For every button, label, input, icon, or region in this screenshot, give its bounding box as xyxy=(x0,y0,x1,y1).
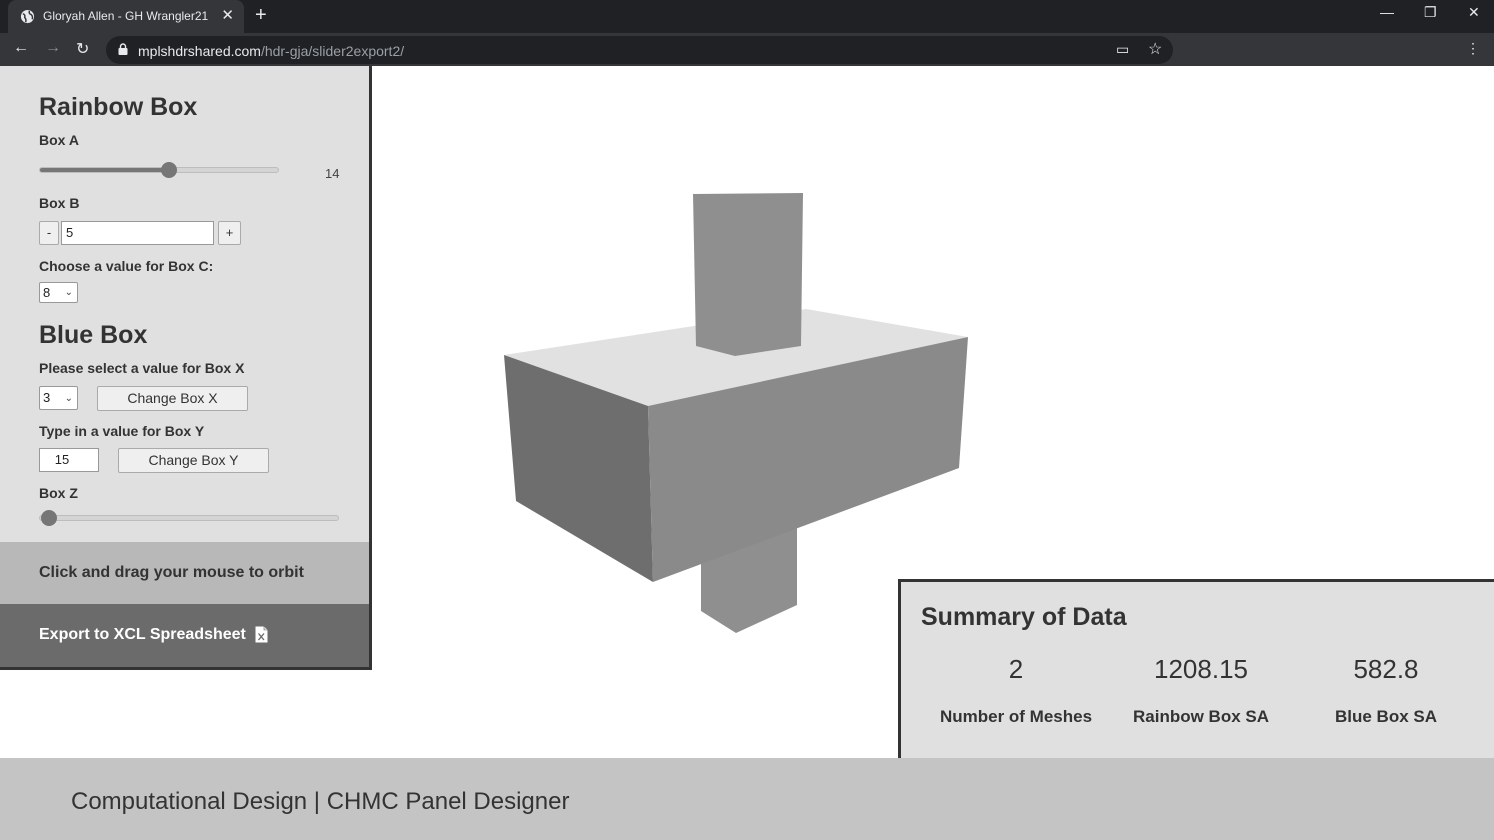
blue-box-heading: Blue Box xyxy=(39,321,148,349)
box-a-slider-thumb[interactable] xyxy=(160,162,177,178)
blue-box-sa-label: Blue Box SA xyxy=(1334,707,1438,726)
excel-file-icon xyxy=(255,626,268,643)
box-x-select[interactable]: 3 ⌄ xyxy=(39,386,78,410)
box-a-label: Box A xyxy=(39,132,79,148)
box-z-slider[interactable] xyxy=(39,510,339,526)
footer-title: Computational Design | CHMC Panel Design… xyxy=(71,788,570,815)
forward-button[interactable]: → xyxy=(45,39,61,57)
export-button[interactable]: Export to XCL Spreadsheet xyxy=(0,604,369,667)
box-b-decrement-button[interactable]: - xyxy=(39,221,59,245)
box-a-slider-fill xyxy=(40,168,169,172)
chevron-down-icon: ⌄ xyxy=(64,287,73,298)
address-bar[interactable]: mplshdrshared.com/hdr-gja/slider2export2… xyxy=(106,36,1173,64)
change-box-y-button[interactable]: Change Box Y xyxy=(118,448,269,473)
orbit-hint-text: Click and drag your mouse to orbit xyxy=(39,564,304,581)
box-b-label: Box B xyxy=(39,195,80,211)
browser-tab-bar: Gloryah Allen - GH Wrangler21 ✕ + — ❐ ✕ xyxy=(0,0,1494,33)
reload-button[interactable]: ↻ xyxy=(76,39,89,59)
box-c-selected-value: 8 xyxy=(43,285,51,300)
bookmark-star-icon[interactable]: ☆ xyxy=(1148,39,1162,59)
page-footer: Computational Design | CHMC Panel Design… xyxy=(0,758,1494,840)
box-a-slider[interactable] xyxy=(39,162,279,178)
rainbow-box-heading: Rainbow Box xyxy=(39,93,198,121)
mesh-count-label: Number of Meshes xyxy=(939,707,1093,726)
url-text: mplshdrshared.com/hdr-gja/slider2export2… xyxy=(138,43,404,59)
window-close-button[interactable]: ✕ xyxy=(1468,4,1480,21)
box-x-label: Please select a value for Box X xyxy=(39,360,245,376)
box-c-label: Choose a value for Box C: xyxy=(39,258,214,274)
box-b-increment-button[interactable]: + xyxy=(218,221,241,245)
orbit-hint-bar: Click and drag your mouse to orbit xyxy=(0,542,369,604)
chevron-down-icon: ⌄ xyxy=(64,393,73,404)
change-box-x-button[interactable]: Change Box X xyxy=(97,386,248,411)
summary-panel: Summary of Data 2 Number of Meshes 1208.… xyxy=(898,579,1494,758)
new-tab-button[interactable]: + xyxy=(255,4,267,27)
box-b-input[interactable]: 5 xyxy=(61,221,214,245)
summary-title: Summary of Data xyxy=(921,603,1127,631)
tab-title: Gloryah Allen - GH Wrangler21 xyxy=(43,9,209,23)
restore-button[interactable]: ❐ xyxy=(1424,4,1437,21)
browser-tab[interactable]: Gloryah Allen - GH Wrangler21 ✕ xyxy=(8,0,244,33)
upper-post-front-face xyxy=(693,193,803,356)
url-domain: mplshdrshared.com xyxy=(138,43,261,59)
rainbow-box-sa-label: Rainbow Box SA xyxy=(1132,707,1269,726)
box-z-label: Box Z xyxy=(39,485,78,501)
control-panel: Rainbow Box Box A 14 Box B - 5 + Choose … xyxy=(0,66,372,670)
back-button[interactable]: ← xyxy=(13,39,29,57)
cast-icon[interactable]: ▭ xyxy=(1116,41,1129,58)
minimize-button[interactable]: — xyxy=(1380,4,1394,20)
box-z-slider-thumb[interactable] xyxy=(41,510,57,526)
box-a-value: 14 xyxy=(325,166,340,181)
box-c-select[interactable]: 8 ⌄ xyxy=(39,282,78,303)
rainbow-box-sa-value: 1208.15 xyxy=(1154,654,1248,684)
browser-toolbar: ← → ↻ mplshdrshared.com/hdr-gja/slider2e… xyxy=(0,33,1494,66)
mesh-count-value: 2 xyxy=(1008,654,1024,684)
blue-box-sa-value: 582.8 xyxy=(1353,654,1419,684)
box-y-label: Type in a value for Box Y xyxy=(39,423,205,439)
tab-close-icon[interactable]: ✕ xyxy=(221,6,234,24)
lock-icon xyxy=(118,43,128,55)
browser-menu-icon[interactable]: ⋮ xyxy=(1466,40,1480,57)
export-label: Export to XCL Spreadsheet xyxy=(39,626,246,643)
url-path: /hdr-gja/slider2export2/ xyxy=(260,43,405,59)
box-x-selected-value: 3 xyxy=(43,390,51,405)
box-y-input[interactable]: 15 xyxy=(39,448,99,472)
globe-icon xyxy=(20,9,35,24)
